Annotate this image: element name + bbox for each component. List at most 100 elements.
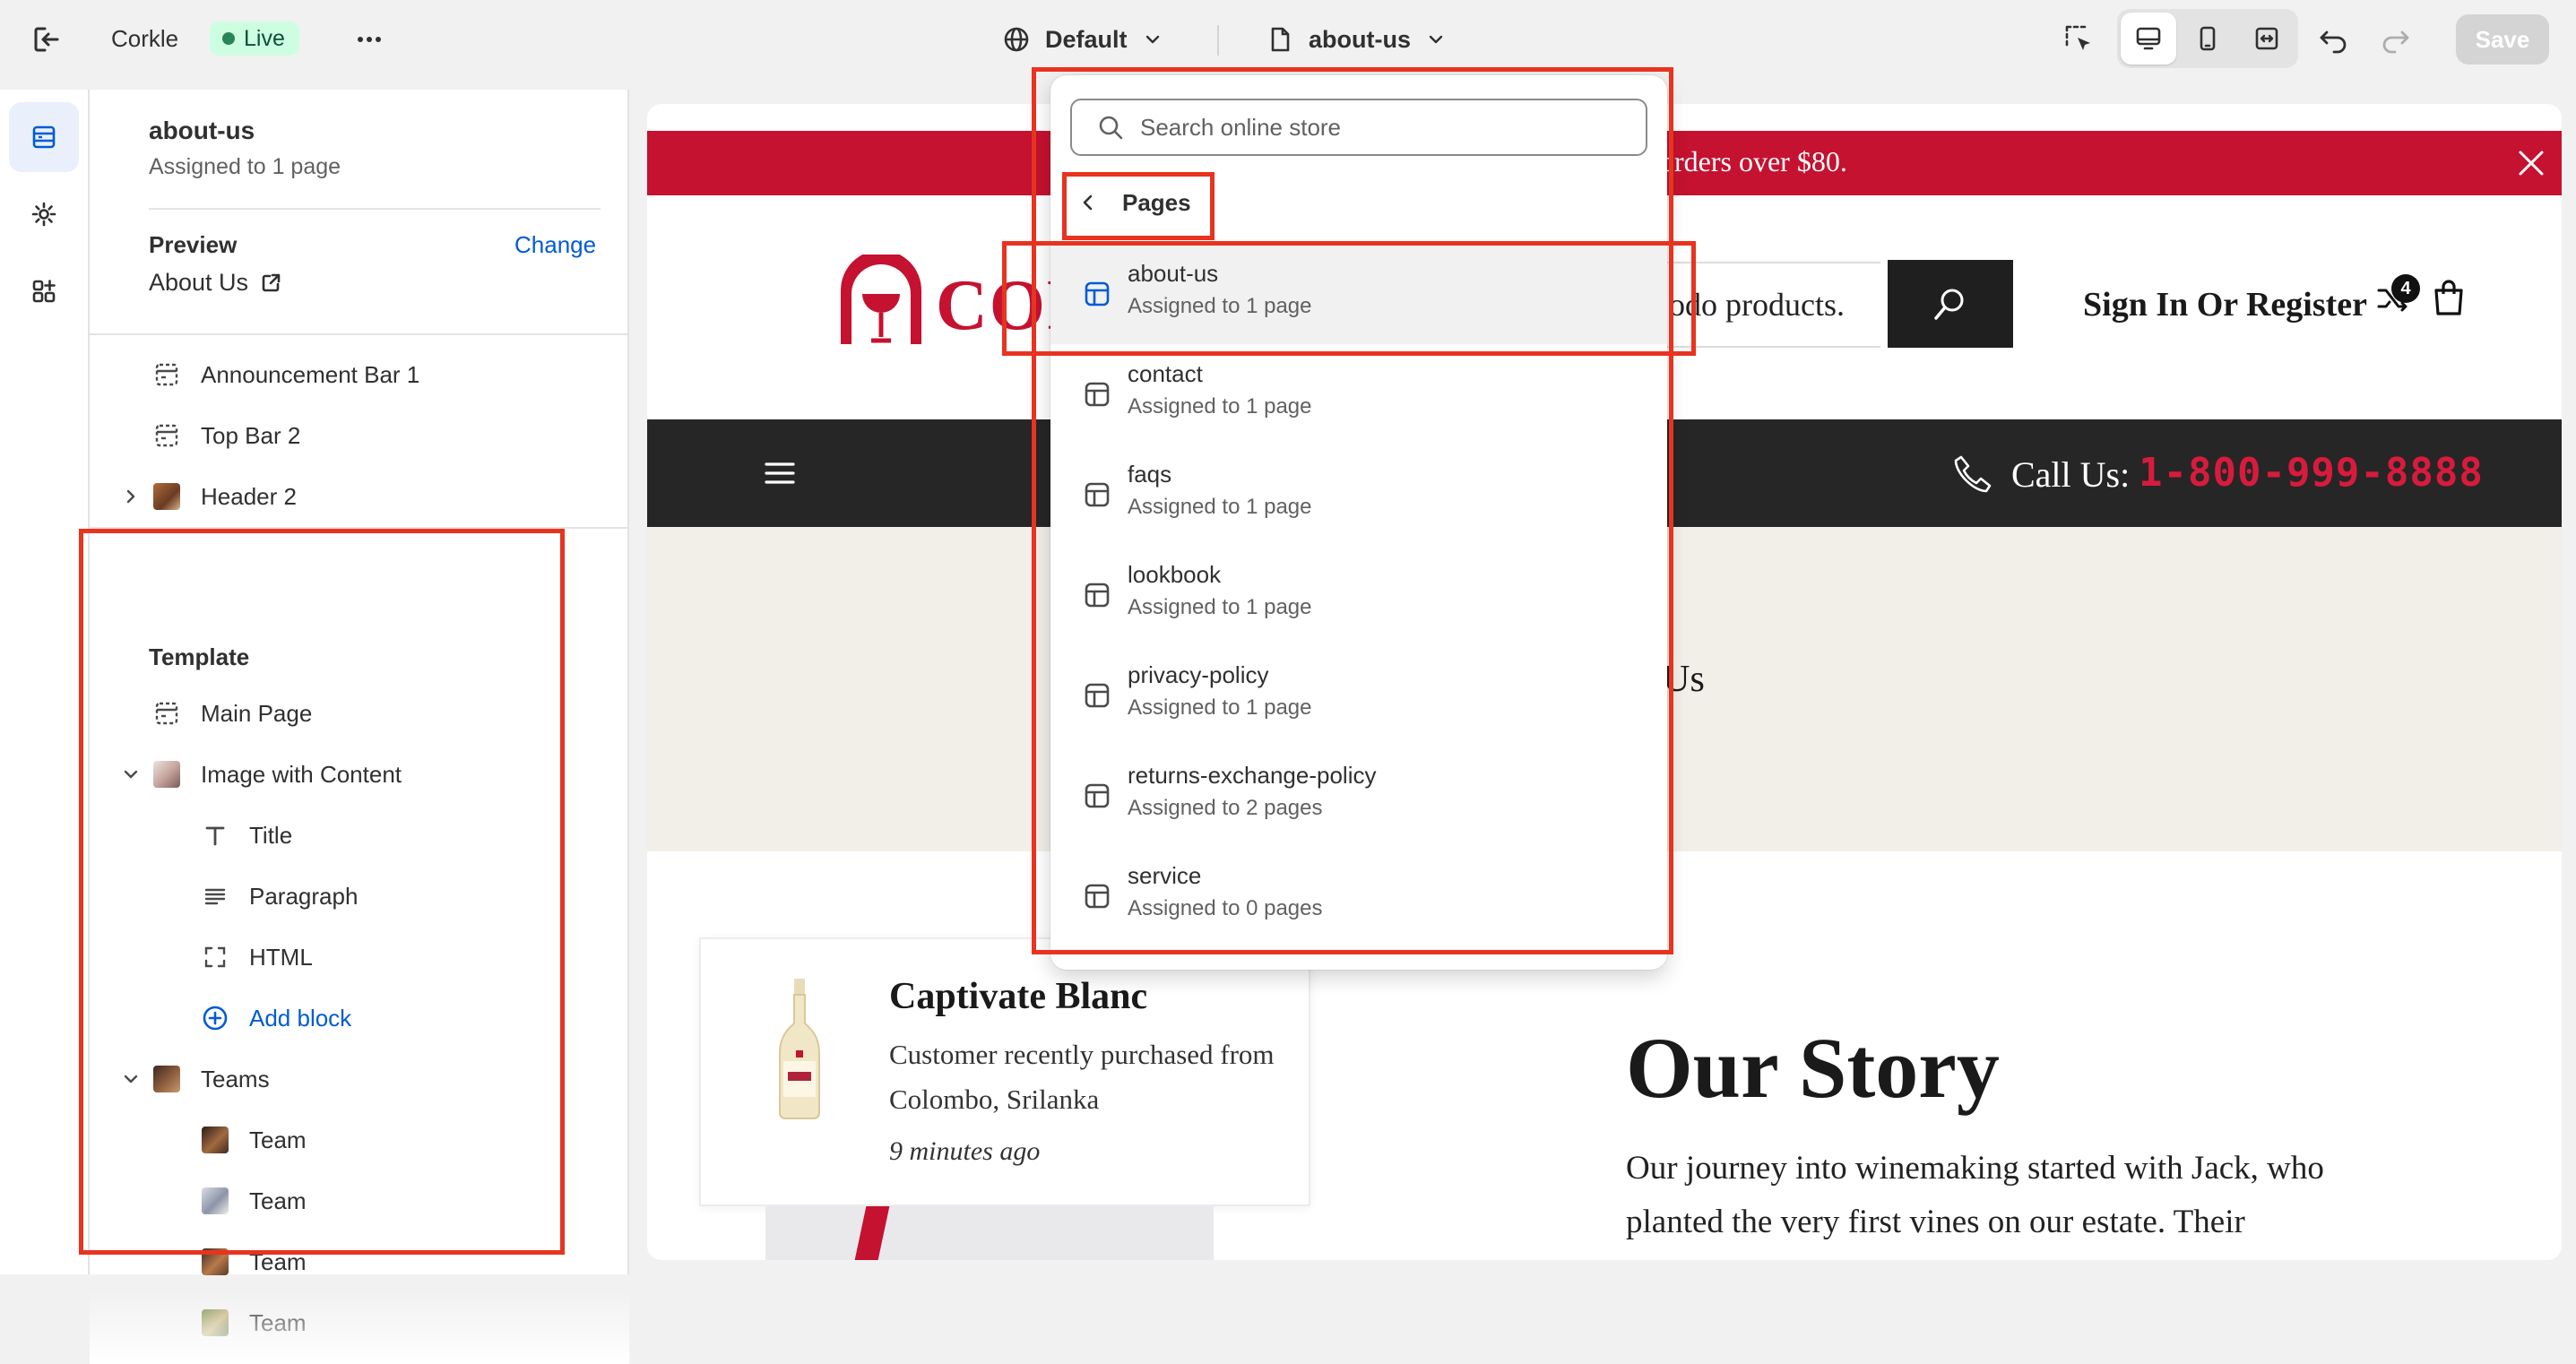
shopping-bag-icon[interactable] xyxy=(2431,278,2467,317)
popup-product-name: Captivate Blanc xyxy=(889,976,1148,1017)
section-header[interactable]: Header 2 xyxy=(126,471,297,522)
store-search-placeholder: odo products. xyxy=(1669,287,1845,323)
template-option-assignment: Assigned to 1 page xyxy=(1128,695,1312,720)
popup-purchase-text: Customer recently purchased from Colombo… xyxy=(889,1039,1275,1115)
desktop-view-icon[interactable] xyxy=(2121,13,2176,65)
add-circle-icon xyxy=(203,1006,228,1031)
template-assignment: Assigned to 1 page xyxy=(149,154,341,179)
section-top-bar[interactable]: Top Bar 2 xyxy=(152,410,300,461)
section-icon xyxy=(155,363,178,386)
theme-selector[interactable]: Default xyxy=(1002,20,1163,59)
template-option-assignment: Assigned to 1 page xyxy=(1128,495,1312,519)
template-option-assignment: Assigned to 1 page xyxy=(1128,595,1312,619)
sign-in-link[interactable]: Sign In Or Register xyxy=(2083,285,2367,324)
status-badge: Live xyxy=(210,22,299,56)
device-toggle-group xyxy=(2117,9,2298,68)
block-title[interactable]: Title xyxy=(201,810,292,860)
add-block-button[interactable]: Add block xyxy=(201,993,351,1043)
chevron-left-icon xyxy=(1083,194,1093,211)
template-option-about-us[interactable]: about-us Assigned to 1 page xyxy=(1050,244,1667,344)
template-option-name: faqs xyxy=(1128,461,1172,488)
chevron-down-icon xyxy=(1429,35,1443,44)
section-image-with-content[interactable]: Image with Content xyxy=(124,749,402,799)
block-team[interactable]: Team xyxy=(201,1115,307,1165)
sections-icon[interactable] xyxy=(9,102,79,172)
preview-page-link[interactable]: About Us xyxy=(149,269,282,297)
settings-gear-icon[interactable] xyxy=(9,179,79,249)
more-actions-icon[interactable] xyxy=(351,22,387,57)
section-label: Header 2 xyxy=(201,482,297,510)
template-option-faqs[interactable]: faqs Assigned to 1 page xyxy=(1050,445,1667,545)
section-announcement-bar[interactable]: Announcement Bar 1 xyxy=(152,350,419,400)
template-option-contact[interactable]: contact Assigned to 1 page xyxy=(1050,344,1667,445)
wine-bottle-image xyxy=(779,979,820,1119)
chevron-down-icon[interactable] xyxy=(120,764,142,785)
block-label: Team xyxy=(249,1126,307,1153)
template-option-name: contact xyxy=(1128,360,1203,387)
store-search-input[interactable]: odo products. xyxy=(1640,262,1880,348)
exit-icon[interactable] xyxy=(29,22,65,57)
inspector-icon[interactable] xyxy=(2060,20,2099,59)
call-us-number[interactable]: 1-800-999-8888 xyxy=(2139,450,2484,496)
template-option-assignment: Assigned to 2 pages xyxy=(1128,796,1323,820)
team-thumbnail xyxy=(202,1248,229,1275)
hamburger-menu-icon[interactable] xyxy=(764,457,796,489)
icon-rail xyxy=(0,90,90,1274)
mobile-view-icon[interactable] xyxy=(2180,13,2235,65)
template-option-privacy-policy[interactable]: privacy-policy Assigned to 1 page xyxy=(1050,645,1667,746)
team-thumbnail xyxy=(202,1127,229,1153)
template-option-name: returns-exchange-policy xyxy=(1128,762,1377,789)
template-layout-icon xyxy=(1085,482,1110,507)
divider xyxy=(90,527,629,529)
search-online-store-input[interactable]: Search online store xyxy=(1070,99,1647,156)
template-option-assignment: Assigned to 0 pages xyxy=(1128,896,1323,920)
page-selector-dropdown: Search online store Pages about-us Assig… xyxy=(1050,75,1667,970)
template-option-returns-exchange-policy[interactable]: returns-exchange-policy Assigned to 2 pa… xyxy=(1050,746,1667,846)
change-preview-link[interactable]: Change xyxy=(514,231,596,259)
template-option-assignment: Assigned to 1 page xyxy=(1128,294,1312,318)
save-button[interactable]: Save xyxy=(2456,14,2549,65)
recent-purchase-popup[interactable]: Captivate Blanc Customer recently purcha… xyxy=(699,937,1310,1206)
back-to-pages-button[interactable]: Pages xyxy=(1077,185,1191,220)
add-block-label: Add block xyxy=(249,1004,352,1032)
section-icon xyxy=(155,424,178,447)
call-us-label: Call Us: xyxy=(2011,454,2131,495)
teams-thumbnail xyxy=(153,1066,180,1092)
template-layout-icon xyxy=(1085,884,1110,909)
store-search-button[interactable] xyxy=(1888,260,2013,348)
story-heading: Our Story xyxy=(1626,1020,2000,1116)
block-label: Title xyxy=(249,821,293,849)
redo-icon[interactable] xyxy=(2375,20,2415,59)
preview-page-name: About Us xyxy=(149,269,249,296)
template-option-lookbook[interactable]: lookbook Assigned to 1 page xyxy=(1050,545,1667,645)
image-content-thumbnail xyxy=(153,761,180,788)
block-paragraph[interactable]: Paragraph xyxy=(201,871,358,921)
section-main-page[interactable]: Main Page xyxy=(152,688,312,738)
search-icon xyxy=(1099,116,1123,140)
template-option-service[interactable]: service Assigned to 0 pages xyxy=(1050,846,1667,946)
section-label: Announcement Bar 1 xyxy=(201,360,420,388)
block-team[interactable]: Team xyxy=(201,1176,307,1226)
undo-icon[interactable] xyxy=(2314,20,2354,59)
section-teams[interactable]: Teams xyxy=(124,1054,270,1104)
chevron-down-icon[interactable] xyxy=(120,1068,142,1090)
section-label: Teams xyxy=(201,1065,270,1092)
announcement-text: orders over $80. xyxy=(1660,145,1847,177)
page-icon xyxy=(1271,27,1290,52)
apps-icon[interactable] xyxy=(9,256,79,326)
full-width-view-icon[interactable] xyxy=(2239,13,2295,65)
page-selector[interactable]: about-us xyxy=(1266,20,1447,59)
phone-icon xyxy=(1954,455,1992,493)
section-icon xyxy=(155,702,178,725)
page-label: about-us xyxy=(1309,25,1411,53)
divider xyxy=(90,333,629,335)
story-paragraph: Our journey into winemaking started with… xyxy=(1626,1150,2324,1240)
close-icon[interactable] xyxy=(2513,145,2549,181)
block-team[interactable]: Team xyxy=(201,1237,307,1287)
block-html[interactable]: HTML xyxy=(201,932,313,982)
section-label: Top Bar 2 xyxy=(201,421,301,449)
block-label: HTML xyxy=(249,943,313,971)
template-layout-icon xyxy=(1085,281,1110,306)
chevron-right-icon[interactable] xyxy=(120,486,142,507)
template-option-name: about-us xyxy=(1128,260,1219,287)
